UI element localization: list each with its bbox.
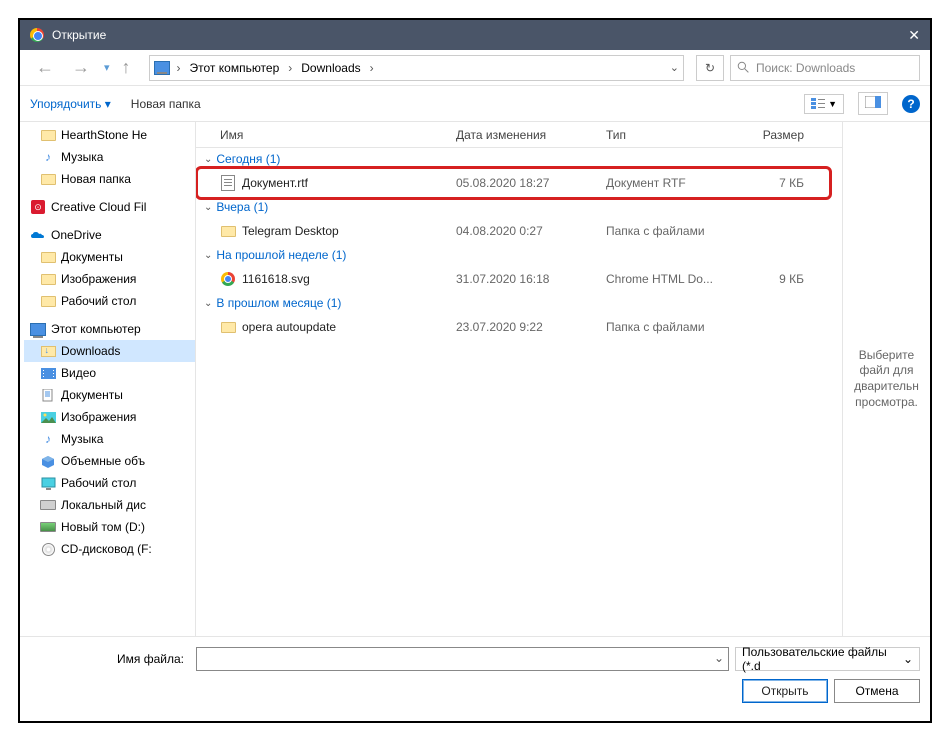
chevron-down-icon: ⌄ — [204, 250, 212, 261]
help-button[interactable]: ? — [902, 95, 920, 113]
header-type[interactable]: Тип — [598, 128, 742, 142]
cube-icon — [41, 455, 56, 468]
tree-images[interactable]: Изображения — [24, 406, 195, 428]
pc-icon — [30, 323, 46, 336]
chrome-icon — [221, 272, 235, 286]
tree-3d-objects[interactable]: Объемные объ — [24, 450, 195, 472]
titlebar[interactable]: Открытие ✕ — [20, 20, 930, 50]
open-button[interactable]: Открыть — [742, 679, 828, 703]
tree-this-pc[interactable]: Этот компьютер — [24, 318, 195, 340]
crumb-this-pc[interactable]: Этот компьютер — [188, 61, 282, 75]
search-placeholder: Поиск: Downloads — [756, 61, 855, 75]
chrome-icon — [30, 28, 44, 42]
chevron-down-icon: ⌄ — [903, 652, 913, 666]
tree-new-volume[interactable]: Новый том (D:) — [24, 516, 195, 538]
preview-placeholder: Выберите файл для дварительн просмотра. — [849, 348, 924, 410]
tree-od-images[interactable]: Изображения — [24, 268, 195, 290]
desktop-icon — [41, 477, 56, 490]
preview-pane-icon — [865, 96, 881, 108]
filetype-filter[interactable]: Пользовательские файлы (*.d⌄ — [735, 647, 920, 671]
rtf-file-icon — [221, 175, 235, 191]
tree-downloads[interactable]: Downloads — [24, 340, 195, 362]
downloads-icon — [41, 346, 56, 357]
header-date[interactable]: Дата изменения — [448, 128, 598, 142]
tree-od-documents[interactable]: Документы — [24, 246, 195, 268]
tree-music[interactable]: ♪Музыка — [24, 146, 195, 168]
file-list: Имя Дата изменения Тип Размер ⌄Сегодня (… — [196, 122, 842, 636]
video-icon — [41, 367, 56, 380]
images-icon — [41, 411, 56, 424]
forward-button[interactable]: → — [66, 53, 96, 82]
back-button[interactable]: ← — [30, 53, 60, 82]
group-lastweek[interactable]: ⌄На прошлой неделе (1) — [196, 244, 842, 266]
tree-onedrive[interactable]: OneDrive — [24, 224, 195, 246]
chevron-down-icon: ⌄ — [204, 154, 212, 165]
chevron-down-icon: ⌄ — [204, 202, 212, 213]
onedrive-icon — [30, 230, 46, 241]
tree-od-desktop[interactable]: Рабочий стол — [24, 290, 195, 312]
music-icon: ♪ — [40, 432, 56, 446]
tree-local-disk[interactable]: Локальный дис — [24, 494, 195, 516]
music-icon: ♪ — [40, 150, 56, 164]
folder-tree[interactable]: HearthStone He ♪Музыка Новая папка ⊙Crea… — [20, 122, 196, 636]
file-open-dialog: Открытие ✕ ← → ▾ ↑ Этот компьютер Downlo… — [18, 18, 932, 723]
folder-icon — [221, 322, 236, 333]
creative-cloud-icon: ⊙ — [31, 200, 45, 214]
preview-pane: Выберите файл для дварительн просмотра. — [842, 122, 930, 636]
close-icon[interactable]: ✕ — [908, 27, 920, 44]
recent-dropdown[interactable]: ▾ — [102, 61, 110, 74]
footer: Имя файла: ⌄ Пользовательские файлы (*.d… — [20, 636, 930, 721]
new-folder-button[interactable]: Новая папка — [131, 97, 201, 111]
navigation-bar: ← → ▾ ↑ Этот компьютер Downloads ⌄ ↻ Пои… — [20, 50, 930, 86]
body-area: HearthStone He ♪Музыка Новая папка ⊙Crea… — [20, 122, 930, 636]
chevron-down-icon: ⌄ — [204, 298, 212, 309]
tree-video[interactable]: Видео — [24, 362, 195, 384]
breadcrumb-dropdown-icon[interactable]: ⌄ — [670, 61, 679, 74]
list-icon — [811, 98, 825, 110]
tree-creative-cloud[interactable]: ⊙Creative Cloud Fil — [24, 196, 195, 218]
group-today[interactable]: ⌄Сегодня (1) — [196, 148, 842, 170]
tree-music2[interactable]: ♪Музыка — [24, 428, 195, 450]
file-row-document-rtf[interactable]: Документ.rtf 05.08.2020 18:27 Документ R… — [196, 170, 842, 196]
header-size[interactable]: Размер — [742, 128, 812, 142]
tree-cd-drive[interactable]: CD-дисковод (F: — [24, 538, 195, 560]
documents-icon — [41, 389, 56, 402]
header-name[interactable]: Имя — [196, 128, 448, 142]
tree-documents[interactable]: Документы — [24, 384, 195, 406]
group-lastmonth[interactable]: ⌄В прошлом месяце (1) — [196, 292, 842, 314]
breadcrumb[interactable]: Этот компьютер Downloads ⌄ — [149, 55, 684, 81]
drive-icon — [40, 522, 56, 532]
file-row-telegram-desktop[interactable]: Telegram Desktop 04.08.2020 0:27 Папка с… — [196, 218, 842, 244]
folder-icon — [221, 226, 236, 237]
pc-icon — [154, 61, 170, 75]
group-yesterday[interactable]: ⌄Вчера (1) — [196, 196, 842, 218]
cancel-button[interactable]: Отмена — [834, 679, 920, 703]
toolbar: Упорядочить ▾ Новая папка ▼ ? — [20, 86, 930, 122]
cd-icon — [42, 543, 55, 556]
tree-new-folder[interactable]: Новая папка — [24, 168, 195, 190]
file-row-opera[interactable]: opera autoupdate 23.07.2020 9:22 Папка с… — [196, 314, 842, 340]
window-title: Открытие — [52, 28, 908, 42]
view-mode-button[interactable]: ▼ — [804, 94, 844, 114]
up-button[interactable]: ↑ — [116, 53, 137, 82]
drive-icon — [40, 500, 56, 510]
search-input[interactable]: Поиск: Downloads — [730, 55, 920, 81]
filename-input[interactable]: ⌄ — [196, 647, 729, 671]
search-icon — [737, 61, 750, 74]
organize-button[interactable]: Упорядочить ▾ — [30, 97, 111, 111]
tree-hearthstone[interactable]: HearthStone He — [24, 124, 195, 146]
filename-label: Имя файла: — [30, 652, 190, 666]
refresh-button[interactable]: ↻ — [696, 55, 724, 81]
crumb-downloads[interactable]: Downloads — [299, 61, 362, 75]
file-row-svg[interactable]: 1161618.svg 31.07.2020 16:18 Chrome HTML… — [196, 266, 842, 292]
tree-desktop[interactable]: Рабочий стол — [24, 472, 195, 494]
chevron-down-icon[interactable]: ⌄ — [714, 651, 724, 665]
preview-toggle-button[interactable] — [858, 92, 888, 115]
column-headers[interactable]: Имя Дата изменения Тип Размер — [196, 122, 842, 148]
